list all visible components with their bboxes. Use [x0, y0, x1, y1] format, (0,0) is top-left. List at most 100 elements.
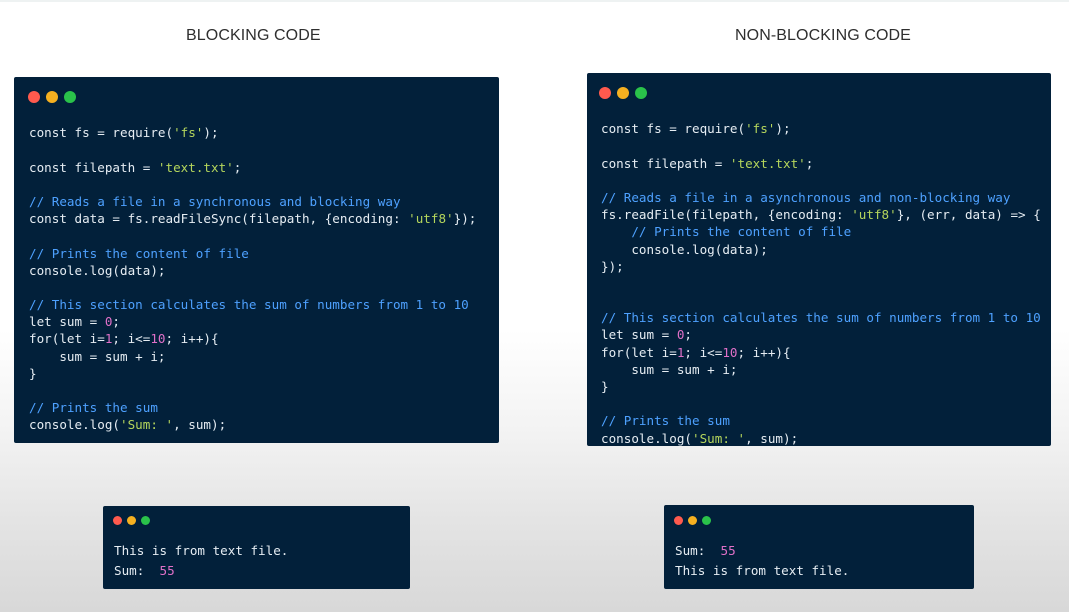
- code-line: console.log(data);: [29, 262, 476, 279]
- code-text: }: [29, 365, 37, 381]
- code-text: );: [203, 125, 219, 141]
- minimize-dot-icon: [617, 87, 629, 99]
- code-text: }, (err, data) => {: [896, 207, 1041, 223]
- code-text: fs.readFile(filepath, {encoding:: [601, 207, 852, 223]
- minimize-dot-icon: [688, 516, 697, 525]
- code-line: for(let i=1; i<=10; i++){: [29, 330, 476, 347]
- code-comment: // Reads a file in a asynchronous and no…: [601, 189, 1011, 205]
- code-comment: // Reads a file in a synchronous and blo…: [29, 193, 401, 209]
- code-text: ;: [684, 327, 693, 343]
- string-literal: 'Sum: ': [120, 417, 174, 433]
- minimize-dot-icon: [46, 91, 58, 103]
- code-text: ;: [805, 155, 814, 171]
- code-comment: // Prints the content of file: [631, 224, 852, 240]
- string-literal: 'text.txt': [157, 159, 234, 175]
- close-dot-icon: [113, 516, 122, 525]
- code-text: let sum =: [29, 314, 105, 330]
- code-text: const fs = require(: [29, 125, 174, 141]
- window-controls: [674, 516, 711, 525]
- code-text: console.log(: [601, 430, 692, 446]
- code-text: console.log(data);: [601, 241, 768, 257]
- code-text: This is from text file.: [114, 543, 289, 558]
- code-comment: // Prints the sum: [601, 413, 730, 429]
- code-line: // Prints the sum: [29, 399, 476, 416]
- code-line: for(let i=1; i<=10; i++){: [601, 344, 1041, 361]
- code-text: , sum);: [745, 430, 799, 446]
- code-text: console.log(data);: [29, 262, 166, 278]
- code-text: });: [601, 258, 624, 274]
- code-text: ; i<=: [112, 331, 151, 347]
- non-blocking-code-title: NON-BLOCKING CODE: [735, 27, 911, 44]
- code-line: const fs = require('fs');: [601, 120, 1041, 137]
- code-comment: // Prints the sum: [29, 400, 158, 416]
- code-line: const filepath = 'text.txt';: [29, 159, 476, 176]
- window-controls: [28, 91, 76, 103]
- blocking-code-window: const fs = require('fs'); const filepath…: [14, 77, 499, 443]
- string-literal: 'utf8': [408, 211, 454, 227]
- top-divider: [0, 0, 1069, 2]
- close-dot-icon: [28, 91, 40, 103]
- code-line: console.log('Sum: ', sum);: [29, 416, 476, 433]
- non-blocking-code-window: const fs = require('fs'); const filepath…: [587, 73, 1051, 446]
- code-text: const data = fs.readFileSync(filepath, {…: [29, 211, 409, 227]
- code-text: );: [775, 121, 791, 137]
- blocking-output-text: This is from text file. Sum: 55: [114, 541, 288, 581]
- code-line: fs.readFile(filepath, {encoding: 'utf8'}…: [601, 206, 1041, 223]
- code-line: sum = sum + i;: [601, 361, 1041, 378]
- number-literal: 10: [722, 344, 738, 360]
- number-literal: 55: [720, 543, 736, 558]
- code-text: ; i++){: [737, 344, 791, 360]
- code-line: Sum: 55: [675, 541, 849, 561]
- non-blocking-output-text: Sum: 55 This is from text file.: [675, 541, 849, 581]
- code-text: const fs = require(: [601, 121, 746, 137]
- maximize-dot-icon: [635, 87, 647, 99]
- non-blocking-output-window: Sum: 55 This is from text file.: [664, 505, 974, 589]
- code-line: // This section calculates the sum of nu…: [601, 309, 1041, 326]
- string-literal: 'utf8': [851, 207, 897, 223]
- code-text: sum = sum + i;: [601, 361, 738, 377]
- code-line: // Prints the content of file: [29, 245, 476, 262]
- code-text: , sum);: [173, 417, 227, 433]
- code-text: ; i++){: [165, 331, 219, 347]
- code-line: sum = sum + i;: [29, 348, 476, 365]
- code-text: Sum:: [675, 543, 721, 558]
- code-line: // Prints the content of file: [601, 223, 1041, 240]
- code-text: for(let i=: [601, 344, 677, 360]
- close-dot-icon: [674, 516, 683, 525]
- code-text: sum = sum + i;: [29, 348, 166, 364]
- blocking-code-block: const fs = require('fs'); const filepath…: [29, 107, 476, 434]
- code-line: // Reads a file in a synchronous and blo…: [29, 193, 476, 210]
- maximize-dot-icon: [702, 516, 711, 525]
- code-line: }: [29, 365, 476, 382]
- minimize-dot-icon: [127, 516, 136, 525]
- code-text: ;: [233, 159, 242, 175]
- code-text: ;: [112, 314, 121, 330]
- code-text: console.log(: [29, 417, 120, 433]
- window-controls: [599, 87, 647, 99]
- blocking-code-title: BLOCKING CODE: [186, 27, 321, 44]
- code-line: // This section calculates the sum of nu…: [29, 296, 476, 313]
- code-line: This is from text file.: [114, 541, 288, 561]
- code-text: });: [453, 211, 477, 227]
- window-controls: [113, 516, 150, 525]
- code-line: console.log(data);: [601, 241, 1041, 258]
- code-comment: // This section calculates the sum of nu…: [29, 297, 469, 313]
- code-line: Sum: 55: [114, 561, 288, 581]
- code-line: const filepath = 'text.txt';: [601, 155, 1041, 172]
- code-comment: // This section calculates the sum of nu…: [601, 310, 1041, 326]
- close-dot-icon: [599, 87, 611, 99]
- number-literal: 10: [150, 331, 166, 347]
